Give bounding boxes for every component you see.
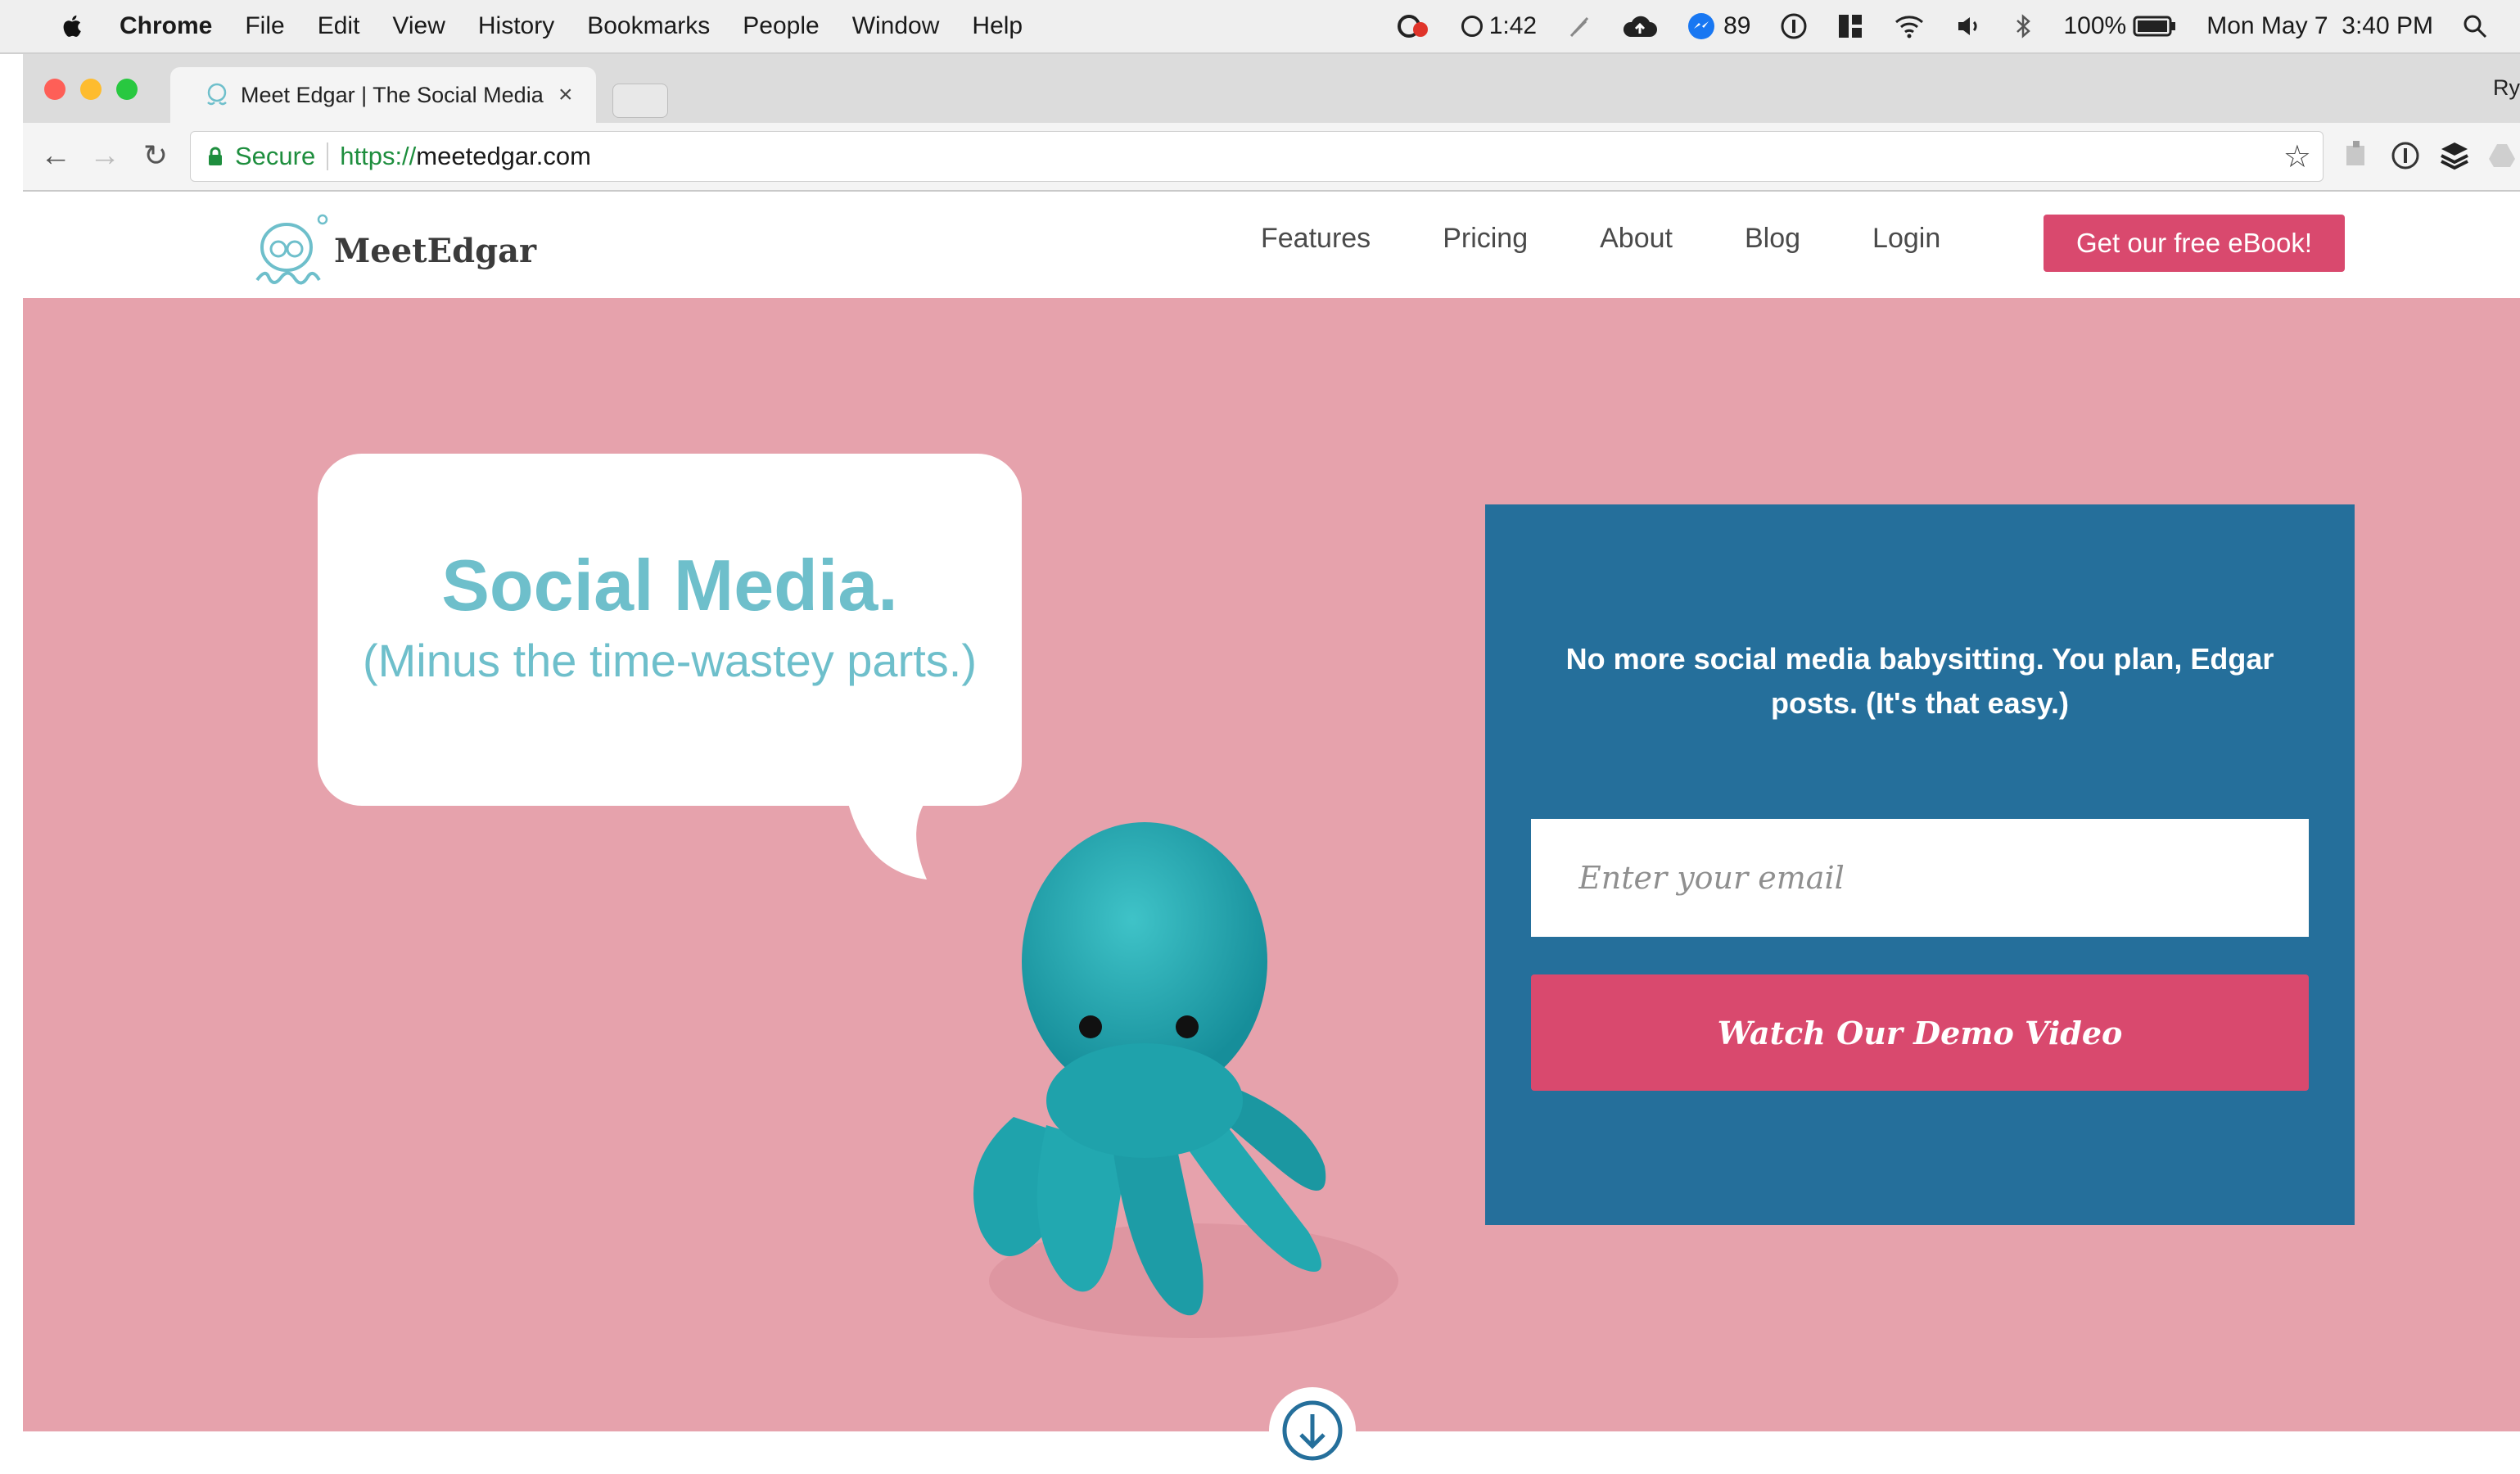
- browser-toolbar: ← → ↻ Secure https://meetedgar.com ☆: [23, 123, 2520, 192]
- nav-pricing[interactable]: Pricing: [1443, 223, 1528, 255]
- minimize-window-button[interactable]: [80, 79, 102, 100]
- bluetooth-icon[interactable]: [2012, 13, 2034, 39]
- signup-panel: No more social media babysitting. You pl…: [1485, 504, 2355, 1225]
- apple-icon[interactable]: [59, 12, 87, 40]
- nav-blog[interactable]: Blog: [1745, 223, 1800, 255]
- tab-strip: Meet Edgar | The Social Media × Ry: [23, 54, 2520, 124]
- messenger-status[interactable]: 89: [1687, 12, 1750, 40]
- hero-headline: Social Media.: [441, 545, 898, 626]
- wifi-icon[interactable]: [1893, 14, 1926, 38]
- meetedgar-favicon-icon: [207, 83, 227, 106]
- feather-icon[interactable]: [1566, 13, 1592, 39]
- menu-view[interactable]: View: [392, 12, 445, 40]
- menu-edit[interactable]: Edit: [318, 12, 360, 40]
- buffer-extension-icon[interactable]: [2438, 139, 2471, 172]
- battery-icon: [2133, 16, 2176, 37]
- scroll-down-button[interactable]: [1269, 1387, 1356, 1474]
- menu-window[interactable]: Window: [852, 12, 940, 40]
- menu-history[interactable]: History: [478, 12, 554, 40]
- info-icon[interactable]: [1780, 12, 1808, 40]
- octopus-logo-icon: [255, 214, 328, 285]
- menu-help[interactable]: Help: [972, 12, 1023, 40]
- menu-app-name[interactable]: Chrome: [120, 12, 212, 40]
- reload-icon[interactable]: ↻: [138, 138, 174, 174]
- cloud-upload-icon[interactable]: [1622, 14, 1658, 38]
- menu-bookmarks[interactable]: Bookmarks: [587, 12, 710, 40]
- hero-section: Social Media. (Minus the time-wastey par…: [23, 298, 2520, 1431]
- macos-menu-bar: Chrome File Edit View History Bookmarks …: [0, 0, 2520, 54]
- nav-about[interactable]: About: [1600, 223, 1673, 255]
- secure-label: Secure: [235, 142, 316, 170]
- url-scheme: https://: [340, 142, 417, 170]
- zoom-window-button[interactable]: [116, 79, 138, 100]
- nav-features[interactable]: Features: [1261, 223, 1371, 255]
- scroll-down-icon: [1282, 1400, 1343, 1461]
- nav-login[interactable]: Login: [1872, 223, 1940, 255]
- url-host: meetedgar.com: [416, 142, 591, 170]
- hero-subheadline: (Minus the time-wastey parts.): [363, 635, 977, 686]
- grid-icon[interactable]: [1837, 13, 1863, 39]
- menu-file[interactable]: File: [245, 12, 284, 40]
- logo-text: MeetEdgar: [334, 231, 537, 270]
- email-input[interactable]: [1531, 819, 2309, 937]
- watch-demo-button[interactable]: Watch Our Demo Video: [1531, 974, 2309, 1091]
- tab-close-button[interactable]: ×: [558, 81, 573, 109]
- star-icon[interactable]: ☆: [2283, 138, 2311, 175]
- meetedgar-logo[interactable]: MeetEdgar: [249, 211, 536, 290]
- creative-cloud-icon[interactable]: [1396, 13, 1432, 39]
- battery-status[interactable]: 100%: [2063, 12, 2177, 40]
- badge-count: 89: [1723, 12, 1751, 39]
- profile-button[interactable]: Ry: [2493, 75, 2520, 101]
- signup-panel-text: No more social media babysitting. You pl…: [1565, 642, 2274, 720]
- datetime[interactable]: Mon May 7 3:40 PM: [2206, 12, 2433, 40]
- puzzle-extension-icon[interactable]: [2340, 139, 2373, 172]
- close-window-button[interactable]: [44, 79, 65, 100]
- back-icon[interactable]: ←: [38, 138, 74, 174]
- site-header: MeetEdgar Features Pricing About Blog Lo…: [23, 192, 2520, 298]
- password-extension-icon[interactable]: [2389, 139, 2422, 172]
- lock-icon: [209, 147, 222, 165]
- speech-bubble: [318, 454, 1022, 806]
- free-ebook-button[interactable]: Get our free eBook!: [2044, 215, 2345, 272]
- drive-extension-icon[interactable]: [2486, 139, 2518, 172]
- timer-status[interactable]: 1:42: [1461, 12, 1537, 40]
- battery-percent: 100%: [2063, 12, 2127, 39]
- timer-icon: [1461, 16, 1483, 37]
- timer-text: 1:42: [1488, 12, 1538, 39]
- messenger-icon: [1688, 13, 1715, 39]
- volume-icon[interactable]: [1955, 14, 1983, 38]
- search-icon[interactable]: [2463, 14, 2487, 38]
- new-tab-button[interactable]: [612, 84, 668, 118]
- menu-people[interactable]: People: [743, 12, 819, 40]
- tab-title: Meet Edgar | The Social Media: [241, 82, 544, 107]
- forward-icon[interactable]: →: [87, 138, 123, 174]
- tab-meetedgar[interactable]: Meet Edgar | The Social Media ×: [170, 67, 596, 123]
- address-bar[interactable]: Secure https://meetedgar.com ☆: [190, 131, 2324, 182]
- omnibox-separator: [327, 142, 329, 170]
- url-text: https://meetedgar.com: [340, 142, 591, 171]
- crochet-octopus-image: [973, 822, 1398, 1338]
- main-nav: Features Pricing About Blog Login: [1261, 223, 2012, 255]
